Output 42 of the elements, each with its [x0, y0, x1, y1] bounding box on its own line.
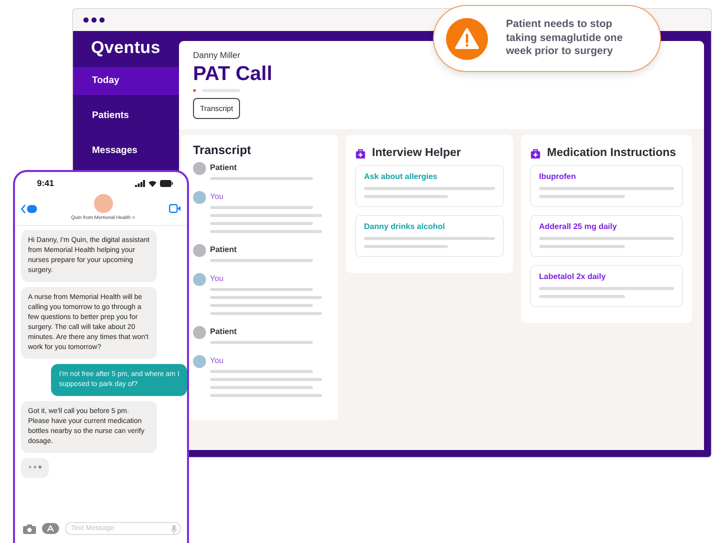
medication-label: Ibuprofen — [539, 172, 577, 181]
medical-kit-icon — [355, 148, 366, 158]
panel-title: Medication Instructions — [547, 147, 676, 159]
speaker-label: You — [210, 356, 224, 365]
status-dot — [193, 89, 196, 92]
sidebar-item[interactable]: Today — [73, 67, 179, 95]
avatar-icon — [193, 162, 206, 175]
speaker-label: Patient — [210, 327, 238, 336]
logo: Qventus — [90, 37, 162, 59]
camera-icon[interactable] — [23, 524, 36, 534]
panel-title: Transcript — [193, 143, 252, 157]
sidebar-item[interactable]: Patients — [73, 102, 179, 130]
avatar-icon — [193, 355, 206, 368]
speaker-label: Patient — [210, 245, 238, 254]
wifi-icon — [148, 180, 157, 186]
signal-icon — [135, 180, 145, 186]
medication-label: Labetalol 2x daily — [539, 272, 607, 281]
back-button[interactable] — [21, 204, 37, 214]
avatar-icon — [193, 273, 206, 286]
speaker-label: You — [210, 192, 224, 201]
avatar-icon — [193, 191, 206, 204]
avatar-icon — [193, 326, 206, 339]
helper-label: Danny drinks alcohol — [364, 222, 446, 231]
speaker-label: You — [210, 274, 224, 283]
microphone-icon[interactable] — [171, 525, 177, 534]
app-store-icon[interactable] — [42, 523, 59, 534]
panel-title: Interview Helper — [372, 147, 461, 159]
speaker-label: Patient — [210, 163, 238, 172]
warning-icon — [446, 18, 488, 60]
medical-kit-icon — [530, 148, 541, 158]
alert-message: Patient needs to stop taking semaglutide one week prior to surgery — [506, 18, 624, 59]
video-camera-icon[interactable] — [169, 204, 181, 213]
medication-label: Adderall 25 mg daily — [539, 222, 618, 231]
helper-label: Ask about allergies — [364, 172, 438, 181]
window-dots-icon — [83, 17, 105, 23]
page-title: PAT Call — [193, 63, 272, 86]
status-time: 9:41 — [37, 178, 54, 188]
sidebar-item[interactable]: Messages — [73, 137, 179, 165]
avatar-icon — [94, 194, 112, 213]
battery-icon — [160, 180, 173, 186]
avatar-icon — [193, 244, 206, 257]
patient-name: Danny Miller — [193, 50, 240, 60]
